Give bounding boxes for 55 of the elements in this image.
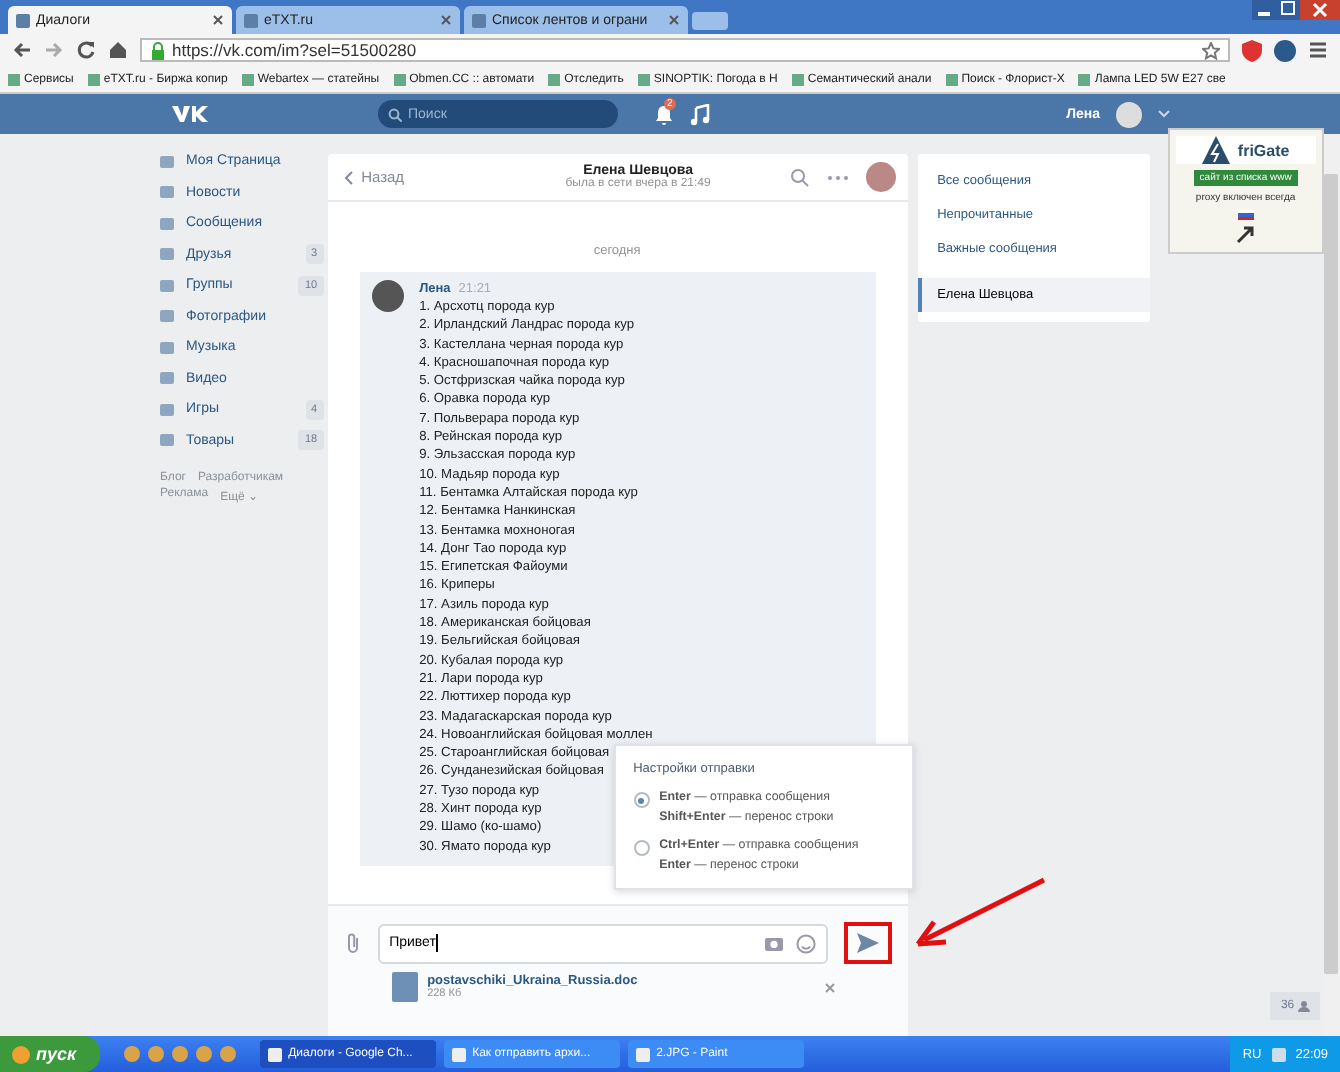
document-icon	[391, 972, 418, 1002]
send-icon[interactable]	[855, 932, 880, 954]
star-icon[interactable]	[1202, 41, 1220, 59]
tray-icon[interactable]	[1271, 1047, 1286, 1061]
lock-icon	[150, 41, 166, 59]
menu-item-icon	[160, 155, 174, 168]
menu-item-icon	[160, 372, 174, 385]
app-icon	[452, 1047, 467, 1061]
music-note-icon[interactable]	[690, 103, 710, 125]
close-icon[interactable]	[668, 14, 680, 26]
menu-item-icon	[160, 310, 174, 323]
menu-icon[interactable]	[1308, 40, 1328, 60]
search-icon	[388, 107, 402, 121]
close-icon[interactable]	[1300, 0, 1340, 20]
caret-icon[interactable]	[1158, 110, 1170, 118]
back-arrow-icon[interactable]	[12, 40, 32, 60]
menu-item-icon	[160, 434, 174, 447]
smiley-icon[interactable]	[795, 933, 816, 953]
page-icon	[16, 13, 30, 27]
logo-icon[interactable]	[170, 102, 214, 126]
radio-button[interactable]	[633, 840, 650, 856]
page-icon	[472, 13, 486, 27]
reload-icon[interactable]	[76, 40, 96, 60]
menu-item-icon	[160, 279, 174, 292]
arrow-icon[interactable]	[1235, 226, 1256, 244]
app-icon	[636, 1047, 651, 1061]
avatar[interactable]	[865, 162, 896, 192]
menu-item-icon	[160, 217, 174, 230]
search-icon[interactable]	[789, 167, 810, 187]
more-icon[interactable]	[825, 173, 850, 181]
flag-icon	[1237, 210, 1254, 220]
forward-arrow-icon[interactable]	[44, 40, 64, 60]
page-icon	[244, 13, 258, 27]
bell-icon[interactable]	[654, 103, 674, 125]
close-icon[interactable]	[212, 14, 224, 26]
start-button[interactable]: пуск	[0, 1036, 101, 1072]
avatar[interactable]	[371, 280, 404, 312]
extension-title: friGate	[1237, 141, 1290, 159]
person-icon	[1298, 1000, 1311, 1012]
menu-item-icon	[160, 248, 174, 261]
shield-icon[interactable]	[1242, 39, 1262, 61]
menu-item-icon	[160, 403, 174, 416]
chevron-left-icon[interactable]	[343, 169, 354, 185]
address-bar[interactable]: https://vk.com/im?sel=51500280	[140, 38, 1230, 62]
home-icon[interactable]	[108, 40, 128, 60]
restore-icon[interactable]	[1276, 0, 1300, 18]
avatar[interactable]	[1116, 101, 1142, 127]
radio-button[interactable]	[633, 792, 650, 808]
close-icon[interactable]	[440, 14, 452, 26]
menu-item-icon	[160, 186, 174, 199]
camera-icon[interactable]	[763, 934, 784, 952]
paperclip-icon[interactable]	[343, 932, 362, 954]
menu-item-icon	[160, 341, 174, 354]
app-icon	[268, 1047, 283, 1061]
scrollbar-thumb[interactable]	[1324, 174, 1339, 974]
